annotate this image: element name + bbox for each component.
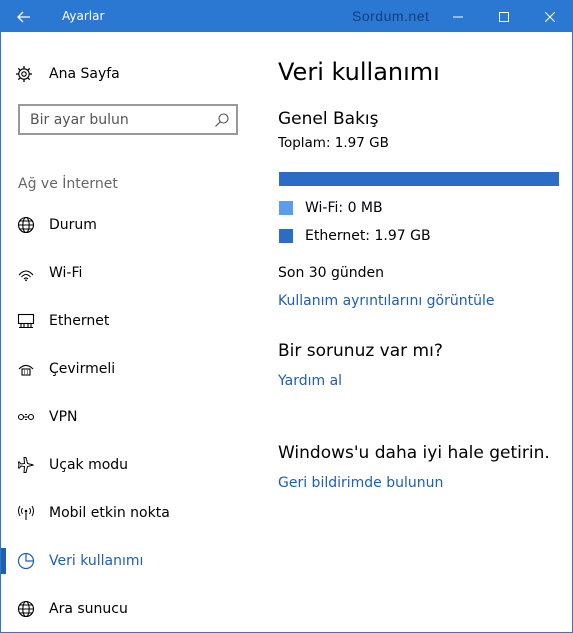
dialup-icon: [17, 360, 35, 378]
active-indicator: [1, 548, 6, 574]
gear-icon: [16, 66, 32, 82]
sidebar: Ana Sayfa Ağ ve İnternet Durum Wi-Fi: [1, 32, 259, 632]
globe-status-icon: [17, 216, 35, 234]
sidebar-item-label: Uçak modu: [49, 457, 129, 473]
usage-bar: [279, 172, 559, 186]
sidebar-item-vpn[interactable]: VPN: [1, 393, 259, 441]
sidebar-item-label: Mobil etkin nokta: [49, 505, 170, 521]
title-bar: Ayarlar Sordum.net: [1, 1, 572, 32]
section-label: Ağ ve İnternet: [18, 176, 118, 192]
legend-label: Ethernet: 1.97 GB: [305, 228, 431, 244]
sidebar-item-label: Veri kullanımı: [49, 553, 144, 569]
vpn-icon: [17, 408, 35, 426]
sidebar-item-cevirmeli[interactable]: Çevirmeli: [1, 345, 259, 393]
ethernet-icon: [17, 312, 35, 330]
minimize-icon: [453, 16, 463, 17]
period-text: Son 30 günden: [278, 265, 385, 281]
home-link[interactable]: Ana Sayfa: [15, 62, 120, 86]
page-title: Veri kullanımı: [278, 58, 440, 86]
sidebar-item-ara-sunucu[interactable]: Ara sunucu: [1, 585, 259, 632]
hotspot-icon: [17, 504, 35, 522]
legend-label: Wi-Fi: 0 MB: [305, 200, 383, 216]
maximize-icon: [499, 11, 509, 22]
sidebar-item-durum[interactable]: Durum: [1, 201, 259, 249]
back-arrow-icon: [17, 11, 30, 22]
feedback-link[interactable]: Geri bildirimde bulunun: [278, 475, 443, 491]
sidebar-item-label: Wi-Fi: [49, 265, 83, 281]
search-icon[interactable]: [214, 112, 230, 128]
main-content: Veri kullanımı Genel Bakış Toplam: 1.97 …: [259, 32, 572, 632]
close-icon: [545, 11, 555, 22]
legend-wifi: Wi-Fi: 0 MB: [279, 200, 383, 216]
minimize-button[interactable]: [435, 1, 481, 32]
sidebar-item-label: Çevirmeli: [49, 361, 116, 377]
airplane-icon: [17, 456, 35, 474]
help-link[interactable]: Yardım al: [278, 373, 342, 389]
globe-proxy-icon: [17, 600, 35, 618]
wifi-icon: [17, 264, 35, 282]
back-button[interactable]: [1, 1, 47, 32]
question-heading: Bir sorunuz var mı?: [278, 341, 443, 361]
sidebar-item-label: Ethernet: [49, 313, 110, 329]
sidebar-item-label: VPN: [49, 409, 78, 425]
sidebar-item-veri-kullanimi[interactable]: Veri kullanımı: [1, 537, 259, 585]
pie-chart-icon: [17, 552, 35, 570]
settings-search-box[interactable]: [18, 104, 238, 135]
search-input[interactable]: [20, 106, 206, 133]
total-usage: Toplam: 1.97 GB: [278, 135, 389, 151]
sidebar-item-label: Ara sunucu: [49, 601, 128, 617]
sidebar-item-wifi[interactable]: Wi-Fi: [1, 249, 259, 297]
wifi-swatch: [279, 201, 293, 215]
settings-window: Ayarlar Sordum.net Ana Sayfa Bir ayar bu…: [0, 0, 573, 633]
usage-bar-fill: [279, 172, 559, 186]
watermark: Sordum.net: [352, 8, 430, 24]
legend-ethernet: Ethernet: 1.97 GB: [279, 228, 431, 244]
ethernet-swatch: [279, 229, 293, 243]
sidebar-item-ucak-modu[interactable]: Uçak modu: [1, 441, 259, 489]
sidebar-item-ethernet[interactable]: Ethernet: [1, 297, 259, 345]
sidebar-item-label: Durum: [49, 217, 97, 233]
close-button[interactable]: [527, 1, 572, 32]
usage-details-link[interactable]: Kullanım ayrıntılarını görüntüle: [278, 293, 494, 309]
improve-heading: Windows'u daha iyi hale getirin.: [278, 443, 550, 463]
home-label: Ana Sayfa: [49, 66, 120, 82]
sidebar-item-mobil-etkin-nokta[interactable]: Mobil etkin nokta: [1, 489, 259, 537]
maximize-button[interactable]: [481, 1, 527, 32]
overview-heading: Genel Bakış: [278, 109, 379, 129]
window-title: Ayarlar: [62, 9, 105, 23]
